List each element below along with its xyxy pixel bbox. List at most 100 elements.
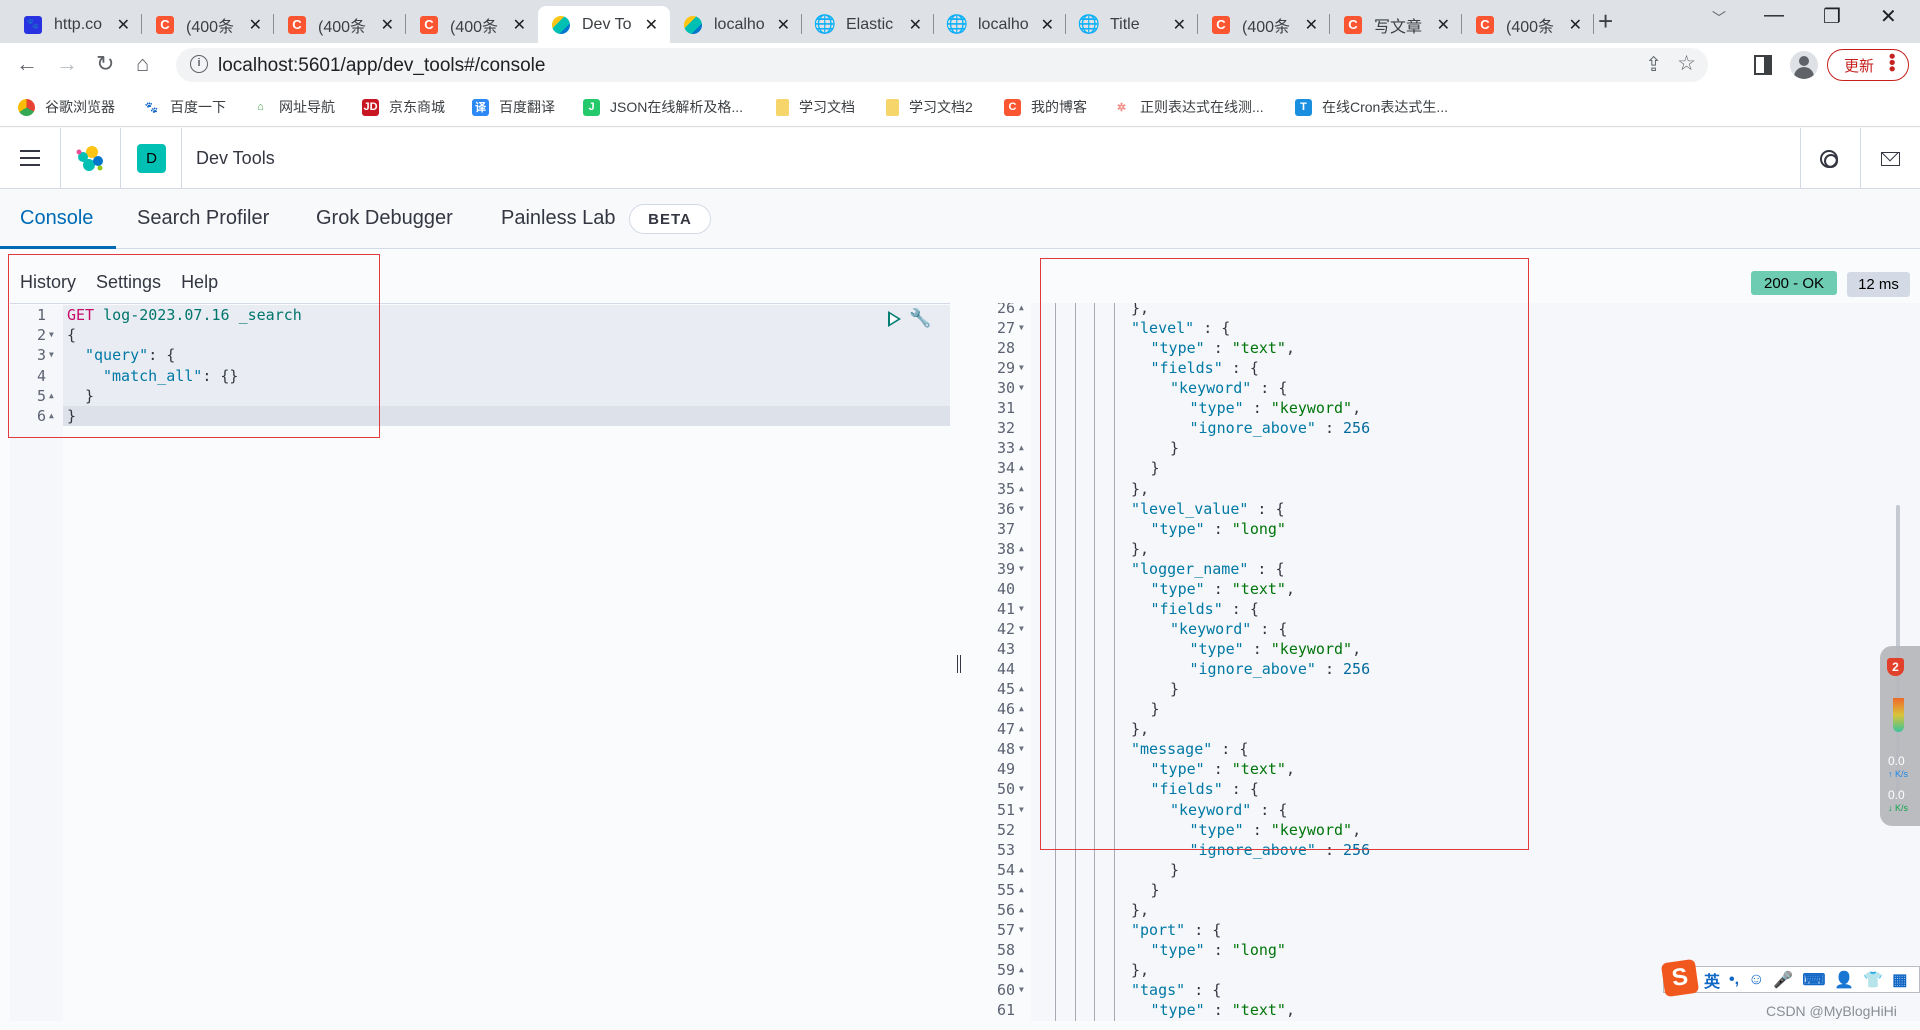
tab-close-icon[interactable]: ✕ bbox=[1569, 15, 1582, 35]
fold-close-icon[interactable]: ▲ bbox=[1019, 880, 1024, 900]
fold-close-icon[interactable]: ▲ bbox=[1019, 719, 1024, 739]
ime-item[interactable]: ▦ bbox=[1892, 970, 1907, 990]
fold-close-icon[interactable]: ▲ bbox=[1019, 539, 1024, 559]
tab-painless-lab[interactable]: Painless Lab bbox=[501, 207, 616, 230]
tab-console[interactable]: Console bbox=[20, 207, 93, 230]
tab-close-icon[interactable]: ✕ bbox=[645, 15, 658, 35]
ime-item[interactable]: 👕 bbox=[1863, 970, 1883, 990]
close-window-button[interactable]: ✕ bbox=[1880, 4, 1897, 29]
update-button[interactable]: 更新 ••• bbox=[1827, 49, 1909, 81]
tab-close-icon[interactable]: ✕ bbox=[1305, 15, 1318, 35]
request-editor[interactable]: 1 GET log-2023.07.16 _search 2 ▼ {3 ▼ "query":… bbox=[10, 305, 950, 1021]
browser-tab[interactable]: localho ✕ bbox=[670, 6, 802, 43]
tab-close-icon[interactable]: ✕ bbox=[381, 15, 394, 35]
ime-item[interactable]: 👤 bbox=[1834, 970, 1854, 990]
wrench-icon[interactable]: 🔧 bbox=[909, 308, 931, 329]
response-editor[interactable]: 26 ▲}, 27 ▼ "level" : {28 "type" : "text", 29 ▼… bbox=[969, 303, 1920, 1021]
tab-close-icon[interactable]: ✕ bbox=[1041, 15, 1054, 35]
fold-close-icon[interactable]: ▲ bbox=[49, 406, 54, 426]
fold-open-icon[interactable]: ▼ bbox=[1019, 599, 1024, 619]
tab-close-icon[interactable]: ✕ bbox=[1173, 15, 1186, 35]
fold-close-icon[interactable]: ▲ bbox=[1019, 860, 1024, 880]
fold-open-icon[interactable]: ▼ bbox=[1019, 739, 1024, 759]
fold-close-icon[interactable]: ▲ bbox=[1019, 458, 1024, 478]
tab-close-icon[interactable]: ✕ bbox=[513, 15, 526, 35]
share-icon[interactable]: ⇪ bbox=[1645, 52, 1662, 77]
ime-item[interactable]: ☺ bbox=[1748, 971, 1764, 989]
fold-open-icon[interactable]: ▼ bbox=[1019, 378, 1024, 398]
site-info-icon[interactable]: i bbox=[190, 55, 208, 73]
fold-close-icon[interactable]: ▲ bbox=[49, 386, 54, 406]
bookmark-item[interactable]: 译百度翻译 bbox=[472, 97, 555, 117]
browser-tab[interactable]: C (400条 ✕ bbox=[1462, 6, 1594, 43]
ime-item[interactable]: •, bbox=[1729, 971, 1739, 989]
help-icon[interactable] bbox=[1820, 150, 1838, 168]
sogou-ime-icon[interactable]: S bbox=[1660, 958, 1700, 998]
browser-tab[interactable]: Dev To ✕ bbox=[538, 6, 670, 43]
back-button[interactable]: ← bbox=[16, 51, 38, 77]
browser-tab[interactable]: C (400条 ✕ bbox=[1198, 6, 1330, 43]
fold-open-icon[interactable]: ▼ bbox=[49, 325, 54, 345]
bookmark-item[interactable]: C 我的博客 bbox=[1004, 97, 1087, 117]
fold-close-icon[interactable]: ▲ bbox=[1019, 303, 1024, 318]
minimize-button[interactable]: — bbox=[1764, 4, 1784, 27]
fold-close-icon[interactable]: ▲ bbox=[1019, 960, 1024, 980]
bookmark-item[interactable]: 学习文档2 bbox=[886, 97, 973, 117]
fold-close-icon[interactable]: ▲ bbox=[1019, 900, 1024, 920]
fold-open-icon[interactable]: ▼ bbox=[1019, 920, 1024, 940]
bookmark-item[interactable]: 🐾 百度一下 bbox=[143, 97, 226, 117]
reload-button[interactable]: ↻ bbox=[96, 51, 114, 77]
side-panel-icon[interactable] bbox=[1754, 55, 1772, 75]
newsfeed-icon[interactable] bbox=[1881, 152, 1900, 166]
browser-tab[interactable]: 🌐 Elastic ✕ bbox=[802, 6, 934, 43]
browser-tab[interactable]: 🐾 http.co ✕ bbox=[10, 6, 142, 43]
bookmark-item[interactable]: JD 京东商城 bbox=[362, 97, 445, 117]
browser-tab[interactable]: C (400条 ✕ bbox=[274, 6, 406, 43]
fold-open-icon[interactable]: ▼ bbox=[1019, 779, 1024, 799]
bookmark-item[interactable]: T 在线Cron表达式生... bbox=[1295, 97, 1448, 117]
tab-search-chevron-icon[interactable]: ﹀ bbox=[1712, 8, 1726, 28]
ime-item[interactable]: 英 bbox=[1704, 968, 1720, 992]
bookmark-item[interactable]: ⌂ 网址导航 bbox=[252, 97, 335, 117]
bookmark-item[interactable]: ✲ 正则表达式在线测... bbox=[1113, 97, 1264, 117]
help-link[interactable]: Help bbox=[181, 272, 218, 293]
fold-open-icon[interactable]: ▼ bbox=[1019, 619, 1024, 639]
browser-tab[interactable]: 🌐 Title ✕ bbox=[1066, 6, 1198, 43]
send-request-icon[interactable] bbox=[888, 310, 901, 327]
tab-search-profiler[interactable]: Search Profiler bbox=[137, 207, 269, 230]
tab-close-icon[interactable]: ✕ bbox=[117, 15, 130, 35]
settings-link[interactable]: Settings bbox=[96, 272, 161, 293]
bookmark-item[interactable]: 学习文档 bbox=[776, 97, 855, 117]
home-button[interactable]: ⌂ bbox=[136, 51, 149, 77]
tab-close-icon[interactable]: ✕ bbox=[249, 15, 262, 35]
pane-resizer[interactable] bbox=[957, 655, 961, 673]
new-tab-button[interactable]: + bbox=[1598, 6, 1613, 37]
browser-tab[interactable]: C (400条 ✕ bbox=[406, 6, 538, 43]
tab-close-icon[interactable]: ✕ bbox=[909, 15, 922, 35]
fold-open-icon[interactable]: ▼ bbox=[1019, 800, 1024, 820]
bookmark-item[interactable]: J JSON在线解析及格... bbox=[583, 97, 743, 117]
menu-icon[interactable] bbox=[20, 150, 40, 166]
ime-item[interactable]: ⌨ bbox=[1802, 970, 1825, 990]
fold-open-icon[interactable]: ▼ bbox=[1019, 499, 1024, 519]
address-bar[interactable]: i localhost:5601/app/dev_tools#/console … bbox=[176, 48, 1708, 82]
profile-avatar[interactable] bbox=[1790, 51, 1818, 79]
fold-close-icon[interactable]: ▲ bbox=[1019, 479, 1024, 499]
ime-item[interactable]: 🎤 bbox=[1773, 970, 1793, 990]
browser-tab[interactable]: C (400条 ✕ bbox=[142, 6, 274, 43]
history-link[interactable]: History bbox=[20, 272, 76, 293]
browser-tab[interactable]: 🌐 localho ✕ bbox=[934, 6, 1066, 43]
elastic-logo-icon[interactable] bbox=[76, 145, 104, 173]
fold-open-icon[interactable]: ▼ bbox=[1019, 980, 1024, 1000]
fold-close-icon[interactable]: ▲ bbox=[1019, 438, 1024, 458]
fold-open-icon[interactable]: ▼ bbox=[1019, 358, 1024, 378]
fold-open-icon[interactable]: ▼ bbox=[49, 345, 54, 365]
browser-tab[interactable]: C 写文章 ✕ bbox=[1330, 6, 1462, 43]
fold-close-icon[interactable]: ▲ bbox=[1019, 679, 1024, 699]
fold-close-icon[interactable]: ▲ bbox=[1019, 699, 1024, 719]
more-menu-icon[interactable]: ••• bbox=[1882, 53, 1902, 72]
maximize-button[interactable]: ❐ bbox=[1823, 4, 1841, 29]
bookmark-star-icon[interactable]: ☆ bbox=[1677, 51, 1696, 76]
tab-close-icon[interactable]: ✕ bbox=[1437, 15, 1450, 35]
forward-button[interactable]: → bbox=[56, 51, 78, 77]
